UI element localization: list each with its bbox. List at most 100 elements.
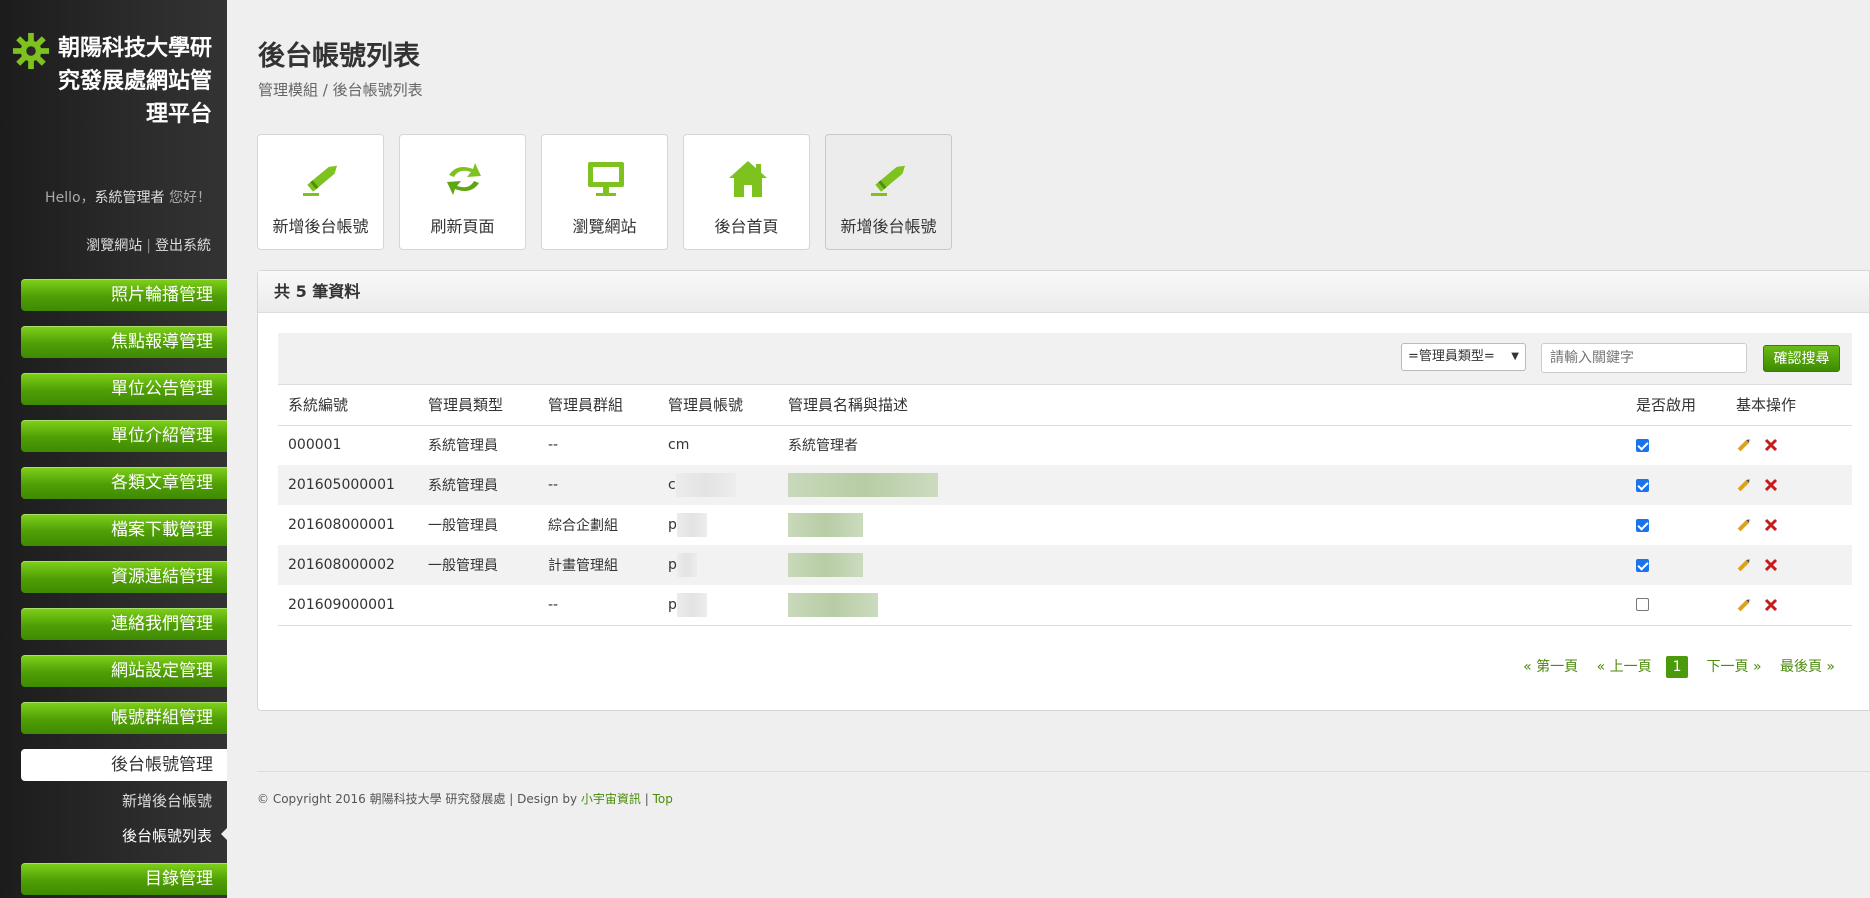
sidebar: 朝陽科技大學研究發展處網站管理平台 Hello，系統管理者 您好！ 瀏覽網站 | 登… <box>0 0 227 898</box>
greeting-suffix: 您好！ <box>169 190 211 206</box>
last-page-link[interactable]: 最後頁 » <box>1780 659 1835 675</box>
enabled-checkbox[interactable] <box>1636 598 1649 612</box>
search-button[interactable]: 確認搜尋 <box>1763 345 1840 372</box>
prev-page-link[interactable]: « 上一頁 <box>1597 659 1652 675</box>
cell-group: -- <box>548 437 559 454</box>
home-icon <box>729 161 767 197</box>
menu-downloads[interactable]: 檔案下載管理 <box>21 514 227 546</box>
refresh-icon <box>447 163 481 195</box>
menu-account-groups[interactable]: 帳號群組管理 <box>21 702 227 734</box>
cell-account: p <box>668 557 677 573</box>
account-list-panel: 共 5 筆資料 =管理員類型= ▼ 確認搜尋 系統編號 管理員類型 管理員群組 … <box>257 270 1870 711</box>
logout-link[interactable]: 登出系統 <box>155 238 211 254</box>
current-page[interactable]: 1 <box>1666 656 1689 678</box>
edit-pencil-icon[interactable] <box>1736 557 1752 573</box>
next-page-link[interactable]: 下一頁 » <box>1707 659 1762 675</box>
redacted-block <box>676 513 707 537</box>
tile-add-account[interactable]: 新增後台帳號 <box>257 134 384 250</box>
menu-photo-carousel[interactable]: 照片輪播管理 <box>21 279 227 311</box>
admin-type-select[interactable]: =管理員類型= ▼ <box>1401 343 1526 371</box>
enabled-checkbox[interactable] <box>1636 518 1649 532</box>
redacted-block <box>676 592 707 617</box>
back-to-top-link[interactable]: Top <box>653 792 673 806</box>
admin-type-select-value: =管理員類型= <box>1408 349 1495 364</box>
page-title: 後台帳號列表 <box>258 41 420 72</box>
enabled-checkbox[interactable] <box>1636 438 1649 452</box>
menu-resource-links[interactable]: 資源連結管理 <box>21 561 227 593</box>
breadcrumb: 管理模組 / 後台帳號列表 <box>258 81 423 99</box>
redacted-block <box>788 553 863 577</box>
table-header-row: 系統編號 管理員類型 管理員群組 管理員帳號 管理員名稱與描述 是否啟用 基本操… <box>278 385 1852 426</box>
redacted-block <box>788 592 878 617</box>
redacted-block <box>675 473 736 497</box>
edit-pencil-icon[interactable] <box>1736 477 1752 493</box>
submenu-account-list[interactable]: 後台帳號列表 <box>122 825 212 846</box>
designer-link[interactable]: 小宇宙資訊 <box>581 792 641 806</box>
redacted-block <box>788 513 863 537</box>
cell-type: 系統管理員 <box>418 465 538 505</box>
cell-account: p <box>668 596 677 613</box>
footer: © Copyright 2016 朝陽科技大學 研究發展處 | Design b… <box>257 790 673 807</box>
tile-admin-home[interactable]: 後台首頁 <box>683 134 810 250</box>
cell-type: 系統管理員 <box>428 438 498 455</box>
greeting: Hello，系統管理者 您好！ <box>45 187 211 207</box>
pencil-icon <box>303 165 337 196</box>
enabled-checkbox[interactable] <box>1636 558 1649 572</box>
brand-title: 朝陽科技大學研究發展處網站管理平台 <box>57 36 212 127</box>
menu-unit-intro[interactable]: 單位介紹管理 <box>21 420 227 452</box>
edit-pencil-icon[interactable] <box>1736 597 1752 613</box>
tile-add-account-2[interactable]: 新增後台帳號 <box>825 134 952 250</box>
table-row: 201609000001 -- p <box>278 585 1852 626</box>
cell-type: 一般管理員 <box>428 518 498 534</box>
tile-refresh[interactable]: 刷新頁面 <box>399 134 526 250</box>
table-row: 201608000001 一般管理員 綜合企劃組 p <box>278 505 1852 545</box>
edit-pencil-icon[interactable] <box>1736 437 1752 453</box>
submenu-add-account[interactable]: 新增後台帳號 <box>122 790 212 811</box>
edit-pencil-icon[interactable] <box>1736 517 1752 533</box>
cell-group: 綜合企劃組 <box>548 518 618 534</box>
delete-x-icon[interactable] <box>1764 438 1778 452</box>
col-header-account: 管理員帳號 <box>658 385 778 426</box>
delete-x-icon[interactable] <box>1764 518 1778 532</box>
delete-x-icon[interactable] <box>1764 598 1778 612</box>
footer-divider <box>257 771 1870 772</box>
delete-x-icon[interactable] <box>1764 478 1778 492</box>
menu-admin-accounts[interactable]: 後台帳號管理 <box>21 749 227 781</box>
tile-browse-site[interactable]: 瀏覽網站 <box>541 134 668 250</box>
table-row: 201605000001 系統管理員 -- c <box>278 465 1852 505</box>
browse-site-link[interactable]: 瀏覽網站 <box>86 238 142 254</box>
menu-articles[interactable]: 各類文章管理 <box>21 467 227 499</box>
table-row: 000001 系統管理員 -- cm 系統管理者 <box>278 425 1852 465</box>
footer-copyright: © Copyright 2016 朝陽科技大學 研究發展處 | Design b… <box>257 792 578 806</box>
first-page-link[interactable]: « 第一頁 <box>1523 659 1578 675</box>
tile-label: 新增後台帳號 <box>840 217 937 236</box>
delete-x-icon[interactable] <box>1764 558 1778 572</box>
footer-separator: | <box>644 792 649 806</box>
link-separator: | <box>146 238 151 254</box>
menu-featured-news[interactable]: 焦點報導管理 <box>21 326 227 358</box>
keyword-input[interactable] <box>1541 343 1747 373</box>
menu-site-settings[interactable]: 網站設定管理 <box>21 655 227 687</box>
pagination: « 第一頁 « 上一頁 1 下一頁 » 最後頁 » <box>1509 656 1835 678</box>
cell-type: 一般管理員 <box>418 545 538 585</box>
col-header-group: 管理員群組 <box>538 385 658 426</box>
record-count: 共 5 筆資料 <box>258 271 1869 313</box>
menu-announcements[interactable]: 單位公告管理 <box>21 373 227 405</box>
col-header-name: 管理員名稱與描述 <box>778 385 1626 426</box>
col-header-actions: 基本操作 <box>1726 385 1852 426</box>
pencil-icon <box>871 165 905 196</box>
col-header-id: 系統編號 <box>278 385 418 426</box>
table-row: 201608000002 一般管理員 計畫管理組 p <box>278 545 1852 585</box>
cell-id: 201609000001 <box>278 585 418 626</box>
col-header-enabled: 是否啟用 <box>1626 385 1726 426</box>
tile-label: 刷新頁面 <box>430 217 495 236</box>
cell-account: c <box>668 477 676 493</box>
enabled-checkbox[interactable] <box>1636 478 1649 492</box>
filter-bar: =管理員類型= ▼ 確認搜尋 <box>278 333 1852 385</box>
menu-contact[interactable]: 連絡我們管理 <box>21 608 227 640</box>
menu-directory[interactable]: 目錄管理 <box>21 863 227 895</box>
cell-id: 201608000001 <box>288 517 395 533</box>
redacted-block <box>676 553 697 577</box>
cell-name-link[interactable]: 系統管理者 <box>778 425 1626 465</box>
user-links: 瀏覽網站 | 登出系統 <box>86 235 211 255</box>
